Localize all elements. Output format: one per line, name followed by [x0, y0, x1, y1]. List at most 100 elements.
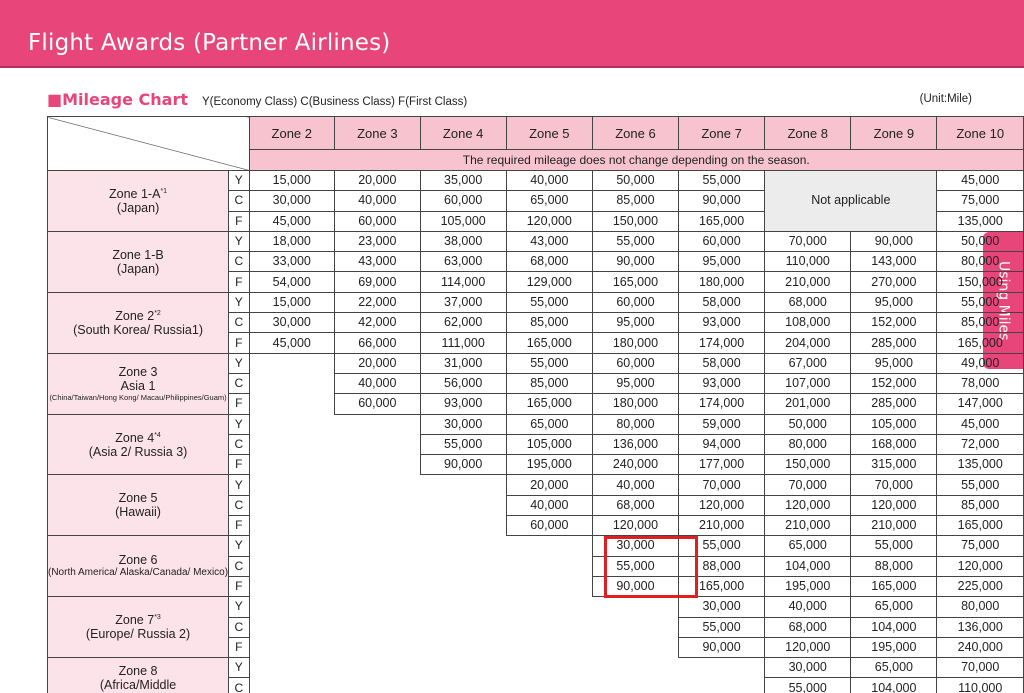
class-code: C — [228, 312, 250, 334]
mileage-cell: 114,000 — [419, 271, 507, 293]
mileage-cell: 40,000 — [764, 596, 852, 618]
mileage-cell: 120,000 — [678, 494, 766, 517]
empty-cell — [249, 434, 335, 455]
mileage-cell: 180,000 — [591, 393, 680, 415]
empty-cell — [334, 657, 421, 678]
class-code: C — [228, 677, 250, 693]
footnote-mark: *3 — [154, 614, 161, 622]
section-heading: ■Mileage Chart Y(Economy Class) C(Busine… — [47, 90, 467, 110]
mileage-cell: 150,000 — [764, 454, 852, 476]
mileage-cell: 43,000 — [505, 230, 593, 253]
mileage-cell: 80,000 — [591, 413, 680, 435]
row-zone-header: Zone 3 Asia 1 (China/Taiwan/Hong Kong/ Mac… — [46, 352, 230, 415]
mileage-cell: 18,000 — [248, 230, 336, 253]
empty-cell — [506, 617, 593, 638]
mileage-cell: 30,000 — [764, 657, 852, 679]
zone-name: Zone 4 — [115, 430, 155, 445]
mileage-cell: 120,000 — [505, 210, 593, 232]
mileage-cell: 50,000 — [936, 230, 1024, 253]
mileage-cell: 85,000 — [505, 372, 593, 395]
zone-name-wrap: Zone 2*2 — [49, 309, 228, 323]
table-corner — [47, 116, 250, 171]
mileage-cell: 120,000 — [850, 494, 938, 517]
mileage-cell: 95,000 — [591, 312, 680, 334]
mileage-cell: 240,000 — [591, 454, 680, 476]
mileage-cell: 30,000 — [419, 413, 507, 435]
mileage-cell: 40,000 — [505, 494, 593, 517]
mileage-cell: 37,000 — [419, 291, 507, 314]
class-code: F — [228, 271, 250, 293]
zone-region: (Hawaii) — [115, 505, 161, 520]
zone-name: Zone 1-B — [112, 247, 164, 262]
footnote-mark: *2 — [154, 309, 161, 317]
empty-cell — [249, 677, 335, 693]
zone-name: Zone 3 — [118, 365, 158, 380]
mileage-cell: 107,000 — [764, 372, 852, 395]
mileage-cell: 152,000 — [850, 312, 938, 334]
zone-name: Zone 8 — [118, 663, 158, 678]
mileage-cell: 204,000 — [764, 332, 852, 354]
empty-cell — [506, 637, 593, 658]
mileage-cell: 55,000 — [850, 535, 938, 557]
class-code: Y — [228, 474, 250, 496]
empty-cell — [420, 495, 507, 516]
mileage-cell: 70,000 — [764, 474, 852, 496]
mileage-cell: 85,000 — [591, 190, 680, 212]
mileage-cell: 95,000 — [850, 352, 938, 374]
mileage-cell: 70,000 — [936, 657, 1024, 679]
section-title: ■Mileage Chart — [47, 90, 188, 109]
mileage-cell: 69,000 — [334, 271, 421, 293]
zone-name: Zone 1-A — [109, 186, 161, 201]
class-code: C — [228, 555, 250, 577]
empty-cell — [249, 596, 335, 618]
mileage-cell: 40,000 — [334, 190, 421, 212]
empty-cell — [334, 474, 421, 496]
class-code: F — [228, 454, 250, 476]
row-zone-header: Zone 1-A*1 (Japan) — [46, 170, 230, 232]
mileage-cell: 20,000 — [334, 352, 421, 374]
class-legend: Y(Economy Class) C(Business Class) F(Fir… — [202, 96, 468, 108]
mileage-cell: 58,000 — [678, 352, 766, 374]
mileage-cell: 55,000 — [936, 291, 1024, 314]
mileage-cell: 95,000 — [678, 251, 766, 273]
mileage-cell: 55,000 — [505, 352, 593, 374]
zone-name-wrap: Zone 7*3 — [49, 613, 228, 627]
mileage-cell: 38,000 — [419, 230, 507, 253]
zone-name: Zone 5 — [118, 491, 158, 506]
mileage-cell: 110,000 — [764, 251, 852, 273]
zone-name-wrap: Zone 1-A*1 — [49, 186, 228, 201]
mileage-cell: 60,000 — [334, 210, 421, 232]
mileage-cell: 195,000 — [764, 575, 852, 598]
mileage-cell: 315,000 — [850, 454, 938, 476]
row-zone-header: Zone 2*2 (South Korea/ Russia1) — [46, 291, 230, 354]
mileage-cell: 225,000 — [936, 575, 1024, 598]
mileage-cell: 45,000 — [936, 169, 1024, 192]
mileage-cell: 55,000 — [764, 677, 852, 693]
empty-cell — [334, 454, 421, 475]
mileage-cell: 40,000 — [591, 474, 680, 496]
mileage-cell: 129,000 — [505, 271, 593, 293]
empty-cell — [249, 556, 335, 577]
mileage-cell: 88,000 — [850, 555, 938, 577]
mileage-cell: 40,000 — [334, 372, 421, 395]
table-row: Zone 6 (North America/ Alaska/Canada/ Mex… — [46, 535, 1024, 598]
mileage-cell: 174,000 — [678, 393, 766, 415]
mileage-cell: 30,000 — [678, 596, 766, 618]
mileage-cell: 165,000 — [591, 271, 680, 293]
mileage-cell: 55,000 — [936, 474, 1024, 496]
mileage-cell: 31,000 — [419, 352, 507, 374]
footnote-mark: *4 — [154, 431, 161, 439]
mileage-cell: 85,000 — [936, 312, 1024, 334]
mileage-cell: 105,000 — [505, 433, 593, 456]
mileage-cell: 55,000 — [678, 169, 766, 192]
mileage-cell: 65,000 — [505, 413, 593, 435]
class-code: F — [228, 636, 250, 659]
mileage-cell: 177,000 — [678, 454, 766, 476]
zone-header: Zone 7 — [678, 116, 766, 150]
mileage-cell: 54,000 — [248, 271, 336, 293]
mileage-cell: 75,000 — [936, 535, 1024, 557]
mileage-cell: 72,000 — [936, 433, 1024, 456]
mileage-cell: 68,000 — [764, 616, 852, 638]
mileage-cell: 201,000 — [764, 393, 852, 415]
empty-cell — [678, 657, 765, 678]
